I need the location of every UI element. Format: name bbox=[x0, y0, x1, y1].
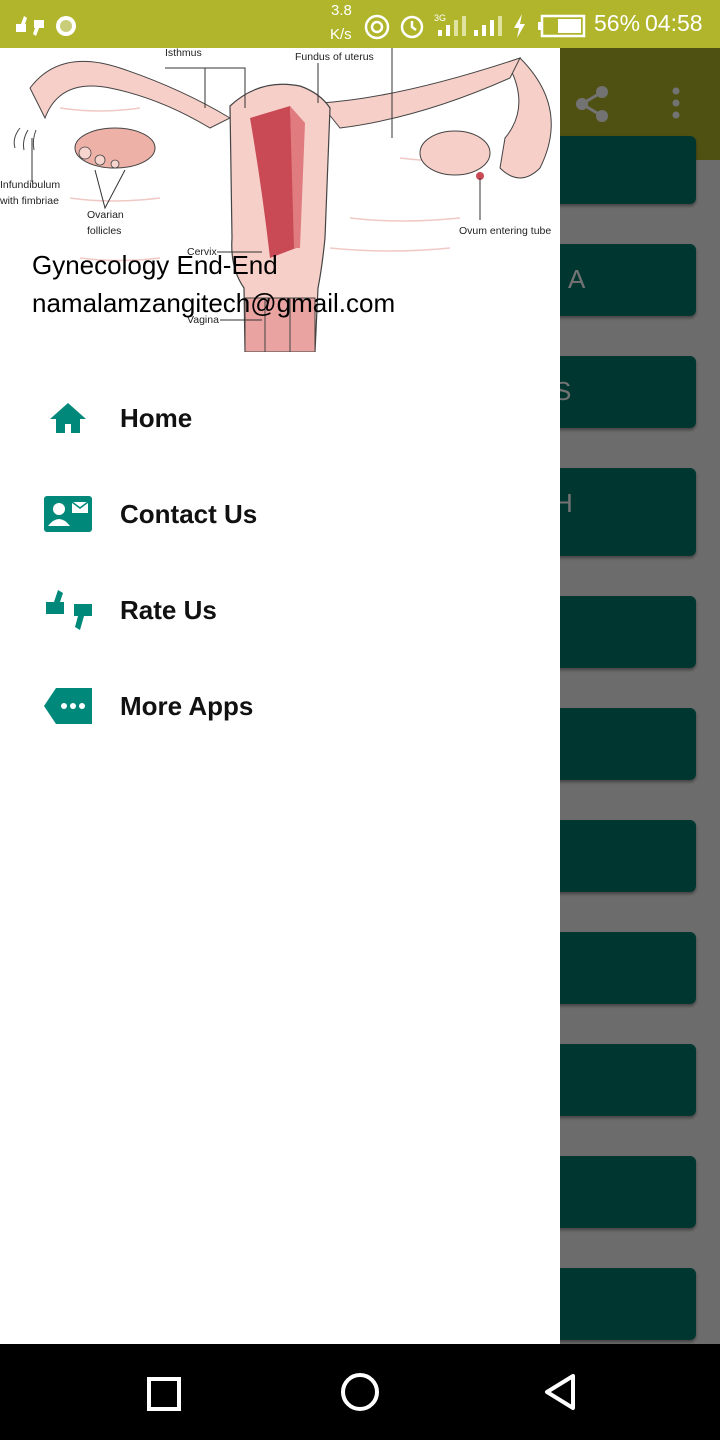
signal-icon bbox=[474, 16, 502, 36]
svg-text:Isthmus: Isthmus bbox=[165, 48, 202, 59]
status-bar: 3.8 K/s 3G 56% 04:58 bbox=[0, 0, 720, 48]
menu-item-label: Rate Us bbox=[120, 594, 217, 625]
menu-item-home[interactable]: Home bbox=[0, 370, 560, 466]
svg-text:3G: 3G bbox=[434, 13, 446, 23]
contact-card-icon bbox=[44, 494, 92, 534]
svg-text:with fimbriae: with fimbriae bbox=[0, 195, 59, 207]
system-nav-bar bbox=[0, 1344, 720, 1440]
svg-text:Ovum entering tube: Ovum entering tube bbox=[459, 225, 551, 237]
charging-icon bbox=[514, 14, 525, 38]
thumbs-icon bbox=[44, 590, 92, 630]
svg-text:follicles: follicles bbox=[87, 225, 121, 237]
menu-item-label: More Apps bbox=[120, 690, 254, 721]
menu-item-contact-us[interactable]: Contact Us bbox=[0, 466, 560, 562]
back-button[interactable] bbox=[542, 1372, 578, 1412]
clock: 04:58 bbox=[645, 10, 703, 36]
menu-item-label: Contact Us bbox=[120, 498, 258, 529]
alarm-icon bbox=[400, 15, 424, 39]
recents-button[interactable] bbox=[146, 1376, 182, 1412]
svg-text:Fundus of uterus: Fundus of uterus bbox=[295, 51, 374, 63]
menu-item-label: Home bbox=[120, 402, 193, 433]
menu-item-rate-us[interactable]: Rate Us bbox=[0, 562, 560, 658]
battery-icon bbox=[538, 14, 586, 38]
net-speed-unit: K/s bbox=[330, 26, 352, 43]
net-speed-value: 3.8 bbox=[331, 2, 352, 19]
drawer-email: namalamzangitech@gmail.com bbox=[32, 288, 396, 318]
drawer-app-title: Gynecology End-End bbox=[32, 250, 278, 280]
signal-3g-icon: 3G bbox=[434, 13, 466, 36]
menu-item-more-apps[interactable]: More Apps bbox=[0, 658, 560, 754]
more-apps-icon bbox=[44, 686, 92, 726]
svg-text:Infundibulum: Infundibulum bbox=[0, 179, 60, 191]
battery-percent: 56% bbox=[594, 10, 641, 36]
svg-text:Ovarian: Ovarian bbox=[87, 209, 124, 221]
home-icon bbox=[44, 398, 92, 438]
rate-icon bbox=[16, 16, 44, 36]
drawer-header: Isthmus Fundus of uterus Infundibulum wi… bbox=[0, 48, 560, 352]
hotspot-icon bbox=[364, 14, 390, 40]
home-button[interactable] bbox=[340, 1372, 380, 1412]
record-icon bbox=[56, 16, 76, 36]
navigation-drawer: Isthmus Fundus of uterus Infundibulum wi… bbox=[0, 48, 560, 1344]
